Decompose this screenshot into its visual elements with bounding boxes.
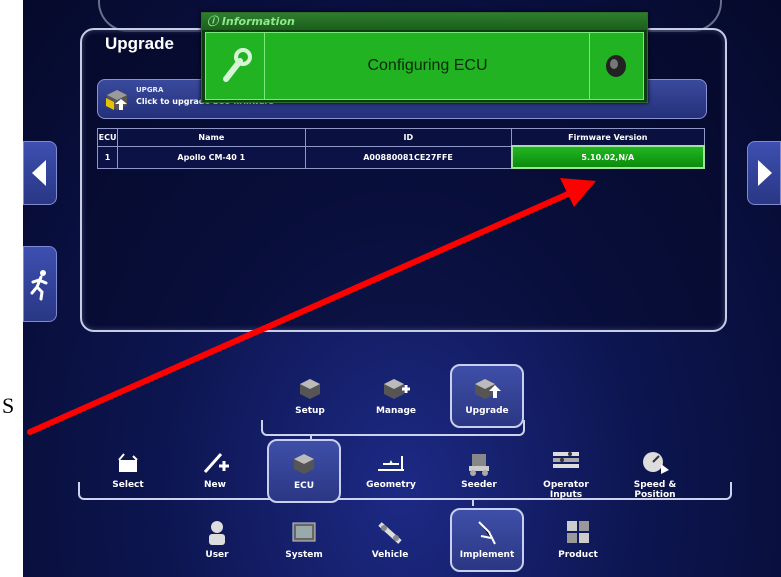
- annotation-red-arrow: [27, 178, 596, 435]
